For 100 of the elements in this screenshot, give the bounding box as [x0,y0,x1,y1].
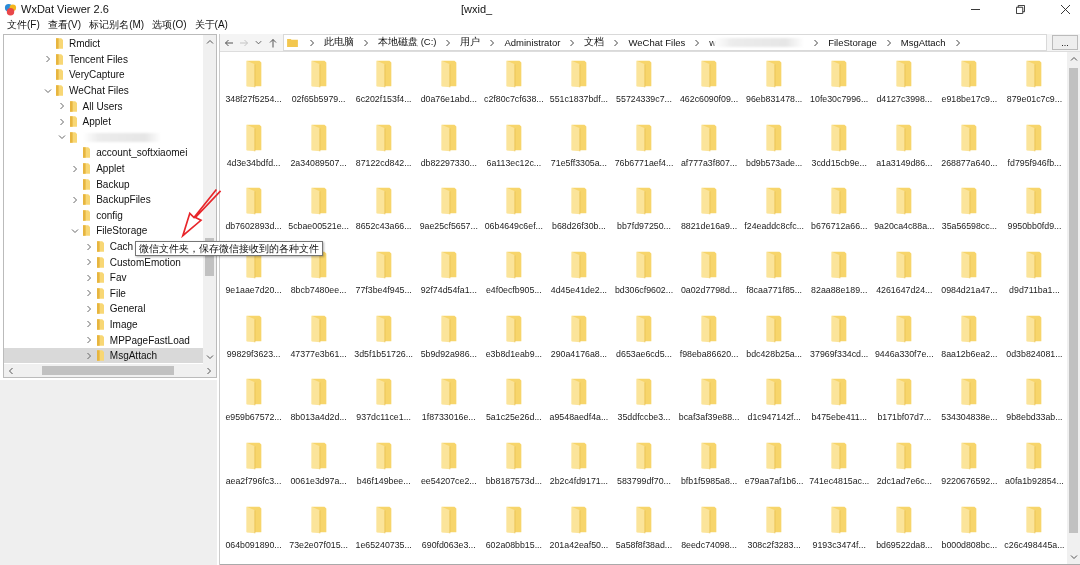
tree-item[interactable]: config [4,207,203,224]
tree-item[interactable]: General [4,301,203,317]
folder-name[interactable]: 76b6771aef4... [614,157,674,168]
folder-name[interactable]: d1c947142f... [747,412,801,423]
folder-name[interactable]: af777a3f807... [680,157,738,168]
folder-name[interactable]: 87122cd842... [355,157,412,168]
folder-name[interactable]: 2dc1ad7e6c... [876,476,932,487]
close-icon[interactable] [1061,4,1070,14]
folder-name[interactable]: 5cbae00521e... [288,221,349,232]
folder-name[interactable]: f8caa771f85... [746,285,803,296]
up-arrow-icon[interactable] [268,37,278,48]
folder-name[interactable]: 8eedc74098... [681,539,737,550]
folder-name[interactable]: 9e1aae7d20... [225,285,282,296]
folder-name[interactable]: 92f74d54fa1... [420,285,477,296]
scroll-down-icon[interactable] [205,353,214,361]
folder-name[interactable]: e4f0ecfb905... [485,285,542,296]
folder-name[interactable]: 551c1837bdf... [549,94,608,104]
tree-item[interactable]: Fav [4,269,203,286]
folder-name[interactable]: 348f27f5254... [225,94,282,104]
tree-item[interactable]: BackupFiles [4,191,203,208]
folder-name[interactable]: 8aa12b6ea2... [941,348,998,359]
tree-item[interactable]: VeryCapture [4,67,203,83]
folder-name[interactable]: 201a42eaf50... [549,539,609,550]
folder-name[interactable]: 1e65240735... [355,539,412,550]
collapse-chevron-icon[interactable] [71,226,80,235]
folder-name[interactable]: db7602893d... [225,221,282,232]
scroll-left-icon[interactable] [7,366,15,375]
tree-item[interactable]: MsgAttach [4,347,203,364]
folder-name[interactable]: 5b9d92a986... [420,348,477,359]
folder-name[interactable]: 10fe30c7996... [810,94,869,104]
tree-item[interactable]: File [4,285,203,302]
folder-name[interactable]: aea2f796fc3... [225,476,282,487]
folder-name[interactable]: 9ae25cf5657... [419,221,478,232]
folder-name[interactable]: 268877a640... [941,157,998,168]
tree-item[interactable]: FileStorage [4,223,203,239]
folder-name[interactable]: 0061e3d97a... [290,476,347,487]
scrollbar-thumb[interactable] [1069,68,1078,533]
folder-name[interactable]: 4d45e41de2... [550,285,608,296]
more-button[interactable]: ... [1052,35,1078,50]
folder-name[interactable]: db82297330... [420,157,477,168]
breadcrumb[interactable]: 文档 [584,36,605,49]
folder-name[interactable]: b171bf07d7... [877,412,932,423]
folder-name[interactable]: 290a4176a8... [550,348,608,359]
folder-name[interactable]: 6a113ec12c... [486,157,542,168]
scrollbar-thumb[interactable] [42,366,174,375]
tree-item[interactable]: Applet [4,160,203,177]
folder-name[interactable]: bd69522da8... [876,539,933,550]
folder-name[interactable]: 6c202f153f4... [355,94,412,104]
back-arrow-icon[interactable] [224,37,234,48]
folder-name[interactable]: d9d711ba1... [1009,285,1060,296]
folder-name[interactable]: e918be17c9... [941,94,998,104]
breadcrumb[interactable]: 本地磁盘 (C:) [378,36,437,49]
folder-name[interactable]: 8652c43a66... [355,221,412,232]
tree-item[interactable]: Applet [4,113,203,130]
folder-name[interactable]: d0a76e1abd... [420,94,477,104]
folder-name[interactable]: 9950bb0fd9... [1007,221,1062,232]
expand-chevron-icon[interactable] [71,164,80,173]
maximize-icon[interactable] [1016,4,1025,14]
folder-name[interactable]: 73e2e07f015... [289,539,348,550]
folder-name[interactable]: 96eb831478... [746,94,803,104]
folder-name[interactable]: a0fa1b92854... [1005,476,1064,487]
folder-name[interactable]: f24eaddc8cfc... [744,221,804,232]
scroll-down-icon[interactable] [1069,553,1078,561]
folder-name[interactable]: 37969f334cd... [810,348,869,359]
folder-name[interactable]: b000d808bc... [941,539,998,550]
folder-name[interactable]: bb7fd97250... [617,221,671,232]
menu-item[interactable]: 查看(V) [47,18,82,32]
folder-name[interactable]: 3cdd15cb9e... [811,157,867,168]
tree-item[interactable]: account_softxiaomei [4,145,203,161]
folder-name[interactable]: 462c6090f09... [679,94,739,104]
folder-name[interactable]: ee54207ce2... [420,476,477,487]
folder-name[interactable]: 99829f3623... [226,348,281,359]
folder-name[interactable]: 937dc11ce1... [356,412,411,423]
folder-name[interactable]: b68d26f30b... [552,221,606,232]
tree-item[interactable]: Tencent Files [4,51,203,68]
folder-name[interactable]: 879e01c7c9... [1006,94,1063,104]
menu-item[interactable]: 标记别名(M) [89,18,145,32]
breadcrumb[interactable]: 用户 [460,36,481,49]
folder-name[interactable]: 0d3b824081... [1006,348,1063,359]
folder-name[interactable]: 5a58f8f38ad... [615,539,673,550]
dropdown-chevron-icon[interactable] [254,38,263,47]
folder-name[interactable]: 4261647d24... [876,285,933,296]
collapse-chevron-icon[interactable] [44,86,52,95]
folder-name[interactable]: 4d3e34bdfd... [226,157,281,168]
folder-name[interactable]: 602a08bb15... [485,539,542,550]
folder-name[interactable]: 71e5ff3305a... [550,157,607,168]
folder-name[interactable]: 9446a330f7e... [874,348,934,359]
folder-name[interactable]: 8821de16a9... [680,221,738,232]
folder-name[interactable]: d653ae6cd5... [616,348,672,359]
folder-name[interactable]: 9220676592... [941,476,998,487]
folder-name[interactable]: 06b4649c6ef... [484,221,543,232]
tree-item[interactable]: Rmdict [4,36,203,52]
folder-name[interactable]: bd9b573ade... [746,157,803,168]
tree-item[interactable]: CustomEmotion [4,254,203,270]
folder-name[interactable]: 9193c3474f... [812,539,866,550]
folder-name[interactable]: fd795f946fb... [1007,157,1062,168]
breadcrumb[interactable]: MsgAttach [900,37,946,48]
folder-name[interactable]: bfb1f5985a8... [680,476,738,487]
scroll-right-icon[interactable] [205,366,213,375]
folder-name[interactable]: c26c498445a... [1004,539,1065,550]
